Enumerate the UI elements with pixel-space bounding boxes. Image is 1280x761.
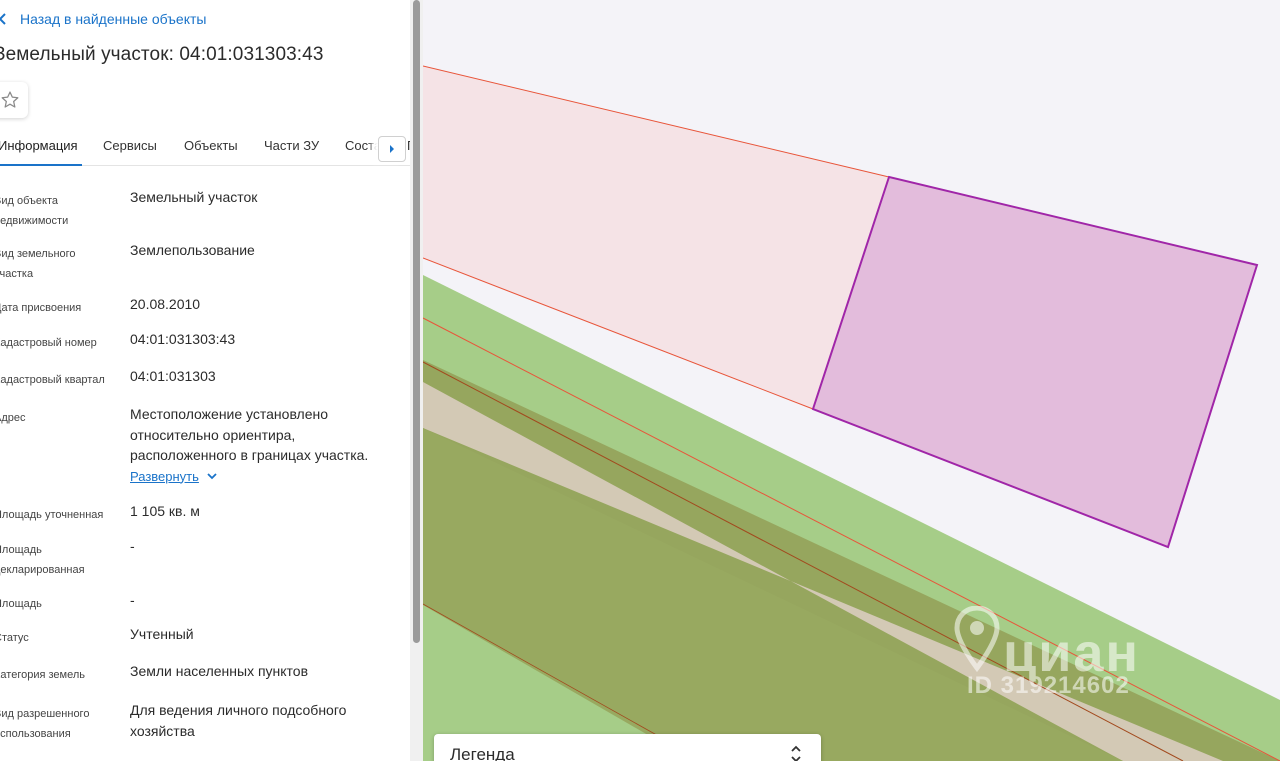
panel-scrollbar-thumb[interactable]: [413, 0, 420, 643]
field-value: Для ведения личного подсобного хозяйства: [130, 702, 347, 739]
expand-link[interactable]: Развернуть: [130, 467, 217, 488]
field-value: 1 105 кв. м: [130, 503, 200, 519]
expand-collapse-icon[interactable]: [788, 743, 804, 761]
tab-composition[interactable]: Соста: [345, 138, 381, 153]
back-link-label: Назад в найденные объекты: [20, 11, 207, 27]
cian-watermark: циан ID 319214602: [933, 602, 1193, 702]
caret-right-icon: [390, 145, 394, 153]
field-value: Землепользование: [130, 242, 255, 258]
tab-objects[interactable]: Объекты: [184, 138, 238, 153]
field-value: -: [130, 538, 135, 554]
selected-parcel[interactable]: [811, 175, 1259, 549]
favorite-button[interactable]: [0, 82, 28, 118]
field-value: Местоположение установлено относительно …: [130, 406, 369, 463]
tab-bar: Информация Сервисы Объекты Части ЗУ Сост…: [0, 130, 413, 166]
field-label: Категория земель: [0, 669, 85, 681]
chevron-down-icon: [207, 473, 217, 480]
tab-information[interactable]: Информация: [0, 138, 78, 153]
back-link[interactable]: Назад в найденные объекты: [0, 9, 206, 29]
field-label: Дата присвоения: [0, 302, 82, 314]
field-value: 04:01:031303:43: [130, 331, 236, 347]
tab-services[interactable]: Сервисы: [103, 138, 157, 153]
field-label: Кадастровый номер: [0, 337, 97, 349]
field-label: Площадь: [0, 598, 42, 610]
active-tab-indicator: [0, 164, 82, 166]
location-pin-icon: [954, 606, 1000, 672]
field-value: 20.08.2010: [130, 296, 201, 312]
legend-title: Легенда: [450, 745, 515, 761]
chevron-left-icon: [0, 13, 20, 25]
field-value: Земли населенных пунктов: [130, 663, 309, 679]
tab-land-parts[interactable]: Части ЗУ: [264, 138, 319, 153]
map-view[interactable]: циан ID 319214602 Легенда: [423, 0, 1280, 761]
field-label: Вид объекта недвижимости: [0, 195, 69, 227]
star-icon: [1, 91, 19, 108]
field-value: Учтенный: [130, 626, 194, 642]
tabs-scroll-right-button[interactable]: [378, 136, 406, 162]
field-label: Вид земельного участка: [0, 248, 76, 280]
watermark-id: ID 319214602: [967, 672, 1130, 699]
field-label: Площадь уточненная: [0, 509, 104, 521]
field-label: Адрес: [0, 412, 26, 424]
field-label: Вид разрешенного использования: [0, 708, 90, 740]
expand-link-label: Развернуть: [130, 468, 199, 484]
field-value: -: [130, 592, 135, 608]
field-value: 04:01:031303: [130, 368, 216, 384]
field-label: Площадь декларированная: [0, 544, 85, 576]
page-title: Земельный участок: 04:01:031303:43: [0, 44, 324, 65]
legend-panel[interactable]: Легенда: [434, 734, 821, 761]
field-label: Статус: [0, 632, 29, 644]
field-value: Земельный участок: [130, 189, 258, 205]
field-label: Кадастровый квартал: [0, 374, 105, 386]
field-value-block: Местоположение установлено относительно …: [130, 404, 405, 487]
info-panel: Назад в найденные объекты Земельный учас…: [0, 0, 413, 761]
